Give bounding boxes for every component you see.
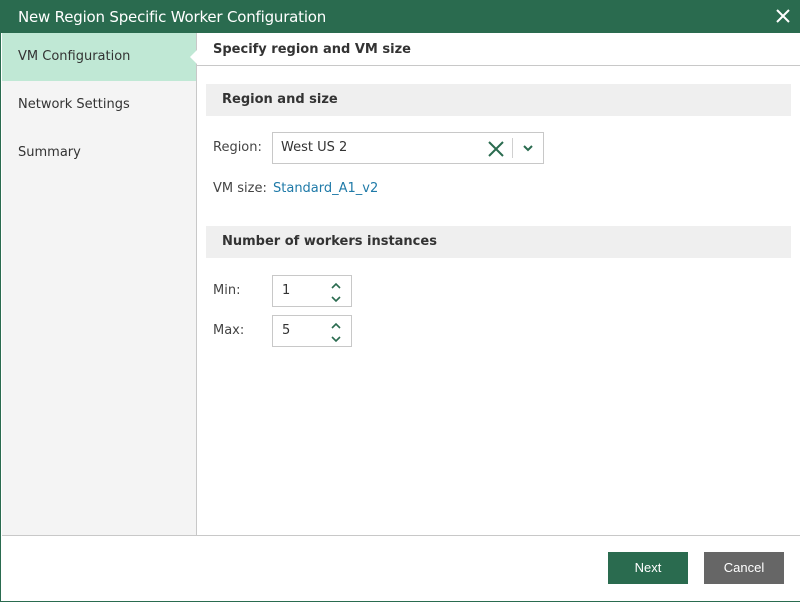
dialog-title: New Region Specific Worker Configuration — [18, 8, 327, 26]
select-divider — [512, 138, 513, 158]
wizard-steps-sidebar: VM Configuration Network Settings Summar… — [2, 33, 197, 535]
sidebar-item-label: VM Configuration — [18, 49, 131, 64]
clear-x-icon[interactable] — [487, 140, 505, 158]
next-button[interactable]: Next — [608, 552, 688, 584]
min-label: Min: — [213, 283, 241, 298]
section-header-workers: Number of workers instances — [206, 226, 791, 258]
max-label: Max: — [213, 323, 245, 338]
max-workers-stepper[interactable]: 5 — [272, 315, 352, 347]
min-value: 1 — [282, 283, 291, 298]
vm-size-link[interactable]: Standard_A1_v2 — [273, 181, 378, 196]
dialog-window: New Region Specific Worker Configuration… — [0, 0, 800, 602]
sidebar-item-summary[interactable]: Summary — [2, 129, 196, 177]
sidebar-item-label: Network Settings — [18, 97, 130, 112]
dialog-footer: Next Cancel — [2, 535, 800, 601]
vm-size-label: VM size: — [213, 181, 267, 196]
title-bar: New Region Specific Worker Configuration — [1, 0, 800, 33]
region-value: West US 2 — [281, 140, 348, 155]
close-icon[interactable] — [775, 8, 791, 24]
region-select[interactable]: West US 2 — [272, 132, 544, 164]
sidebar-item-network-settings[interactable]: Network Settings — [2, 81, 196, 129]
chevron-down-icon[interactable] — [521, 142, 535, 154]
page-title: Specify region and VM size — [197, 33, 800, 66]
cancel-button[interactable]: Cancel — [704, 552, 784, 584]
chevron-up-icon[interactable] — [330, 280, 342, 290]
chevron-down-icon[interactable] — [330, 293, 342, 303]
max-value: 5 — [282, 323, 291, 338]
sidebar-item-vm-configuration[interactable]: VM Configuration — [2, 33, 197, 81]
section-header-region: Region and size — [206, 84, 791, 116]
region-label: Region: — [213, 140, 262, 155]
chevron-down-icon[interactable] — [330, 333, 342, 343]
content-panel: Specify region and VM size Region and si… — [197, 33, 800, 535]
min-workers-stepper[interactable]: 1 — [272, 275, 352, 307]
chevron-up-icon[interactable] — [330, 320, 342, 330]
sidebar-item-label: Summary — [18, 145, 81, 160]
